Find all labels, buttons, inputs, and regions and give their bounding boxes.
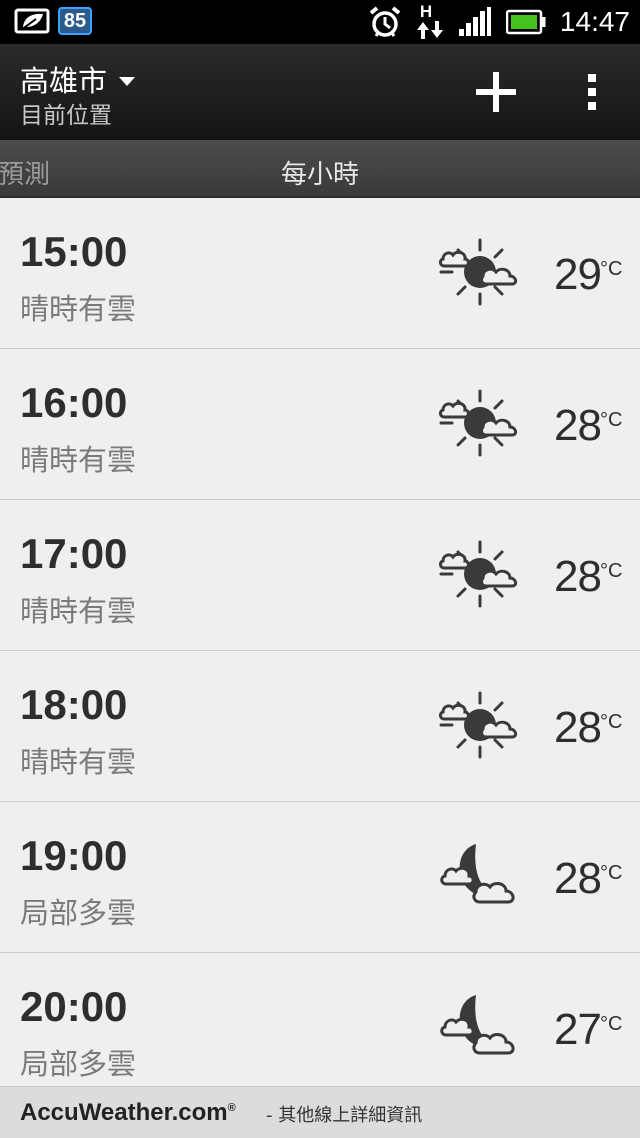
more-info-link[interactable]: - 其他線上詳細資訊 [266,1101,422,1127]
alarm-icon [369,6,401,37]
overflow-menu-icon[interactable] [578,72,606,112]
forecast-time: 19:00 [20,832,128,879]
forecast-time: 18:00 [20,681,128,728]
partly-sunny-icon [439,691,518,759]
action-bar: 高雄市 目前位置 [0,44,640,140]
battery-icon [505,9,546,35]
forecast-temperature: 28 [554,552,602,601]
forecast-row[interactable]: 15:00 晴時有雲 29 °C [0,198,640,349]
registered-mark: ® [227,1102,236,1114]
forecast-time: 15:00 [20,228,128,275]
forecast-temperature: 28 [554,401,602,450]
forecast-row[interactable]: 16:00 晴時有雲 28 °C [0,349,640,500]
temperature-unit: °C [600,1013,623,1035]
forecast-row[interactable]: 17:00 晴時有雲 28 °C [0,500,640,651]
city-selector[interactable]: 高雄市 [20,58,136,100]
tab-strip: 預測 每小時 [0,140,640,198]
status-bar-right: H 14:47 [368,2,630,40]
forecast-description: 局部多雲 [20,896,137,930]
status-bar-left: 85 [14,7,92,35]
accuweather-logo: AccuWeather.com® [20,1099,236,1127]
forecast-time: 20:00 [20,983,128,1030]
forecast-temperature: 28 [554,703,602,752]
hourly-forecast-list[interactable]: 15:00 晴時有雲 29 °C 16:00 晴時有雲 28 °C 17:00 … [0,198,640,1086]
data-arrows-icon: H [416,2,444,40]
partly-sunny-icon [439,540,518,608]
status-time: 14:47 [559,6,630,37]
temperature-unit: °C [600,258,623,280]
tab-hourly[interactable]: 每小時 [0,154,640,191]
forecast-description: 晴時有雲 [20,292,137,326]
location-subtitle: 目前位置 [20,103,112,129]
temperature-unit: °C [600,560,623,582]
forecast-row[interactable]: 19:00 局部多雲 28 °C [0,802,640,953]
temperature-unit: °C [600,409,623,431]
city-name: 高雄市 [20,64,108,98]
brand-text: AccuWeather.com [20,1099,228,1126]
forecast-row[interactable]: 18:00 晴時有雲 28 °C [0,651,640,802]
forecast-time: 17:00 [20,530,128,577]
forecast-temperature: 29 [554,250,602,299]
forecast-temperature: 27 [554,1005,602,1054]
dropdown-caret-icon [119,76,136,86]
notification-count-badge: 85 [58,7,92,35]
temperature-unit: °C [600,862,623,884]
partly-cloudy-night-icon [440,844,515,904]
add-icon[interactable] [472,68,520,116]
leaf-notification-icon [14,8,50,34]
partly-cloudy-night-icon [440,995,515,1055]
forecast-temperature: 28 [554,854,602,903]
forecast-description: 晴時有雲 [20,594,137,628]
partly-sunny-icon [439,389,518,457]
accuweather-footer[interactable]: AccuWeather.com® - 其他線上詳細資訊 [0,1086,640,1138]
forecast-time: 16:00 [20,379,128,426]
forecast-description: 晴時有雲 [20,745,137,779]
network-type-label: H [419,2,433,21]
signal-icon [458,7,491,36]
temperature-unit: °C [600,711,623,733]
partly-sunny-icon [439,238,518,306]
forecast-description: 局部多雲 [20,1047,137,1081]
forecast-row[interactable]: 20:00 局部多雲 27 °C [0,953,640,1086]
forecast-description: 晴時有雲 [20,443,137,477]
status-bar: 85 H 14:47 [0,0,640,44]
